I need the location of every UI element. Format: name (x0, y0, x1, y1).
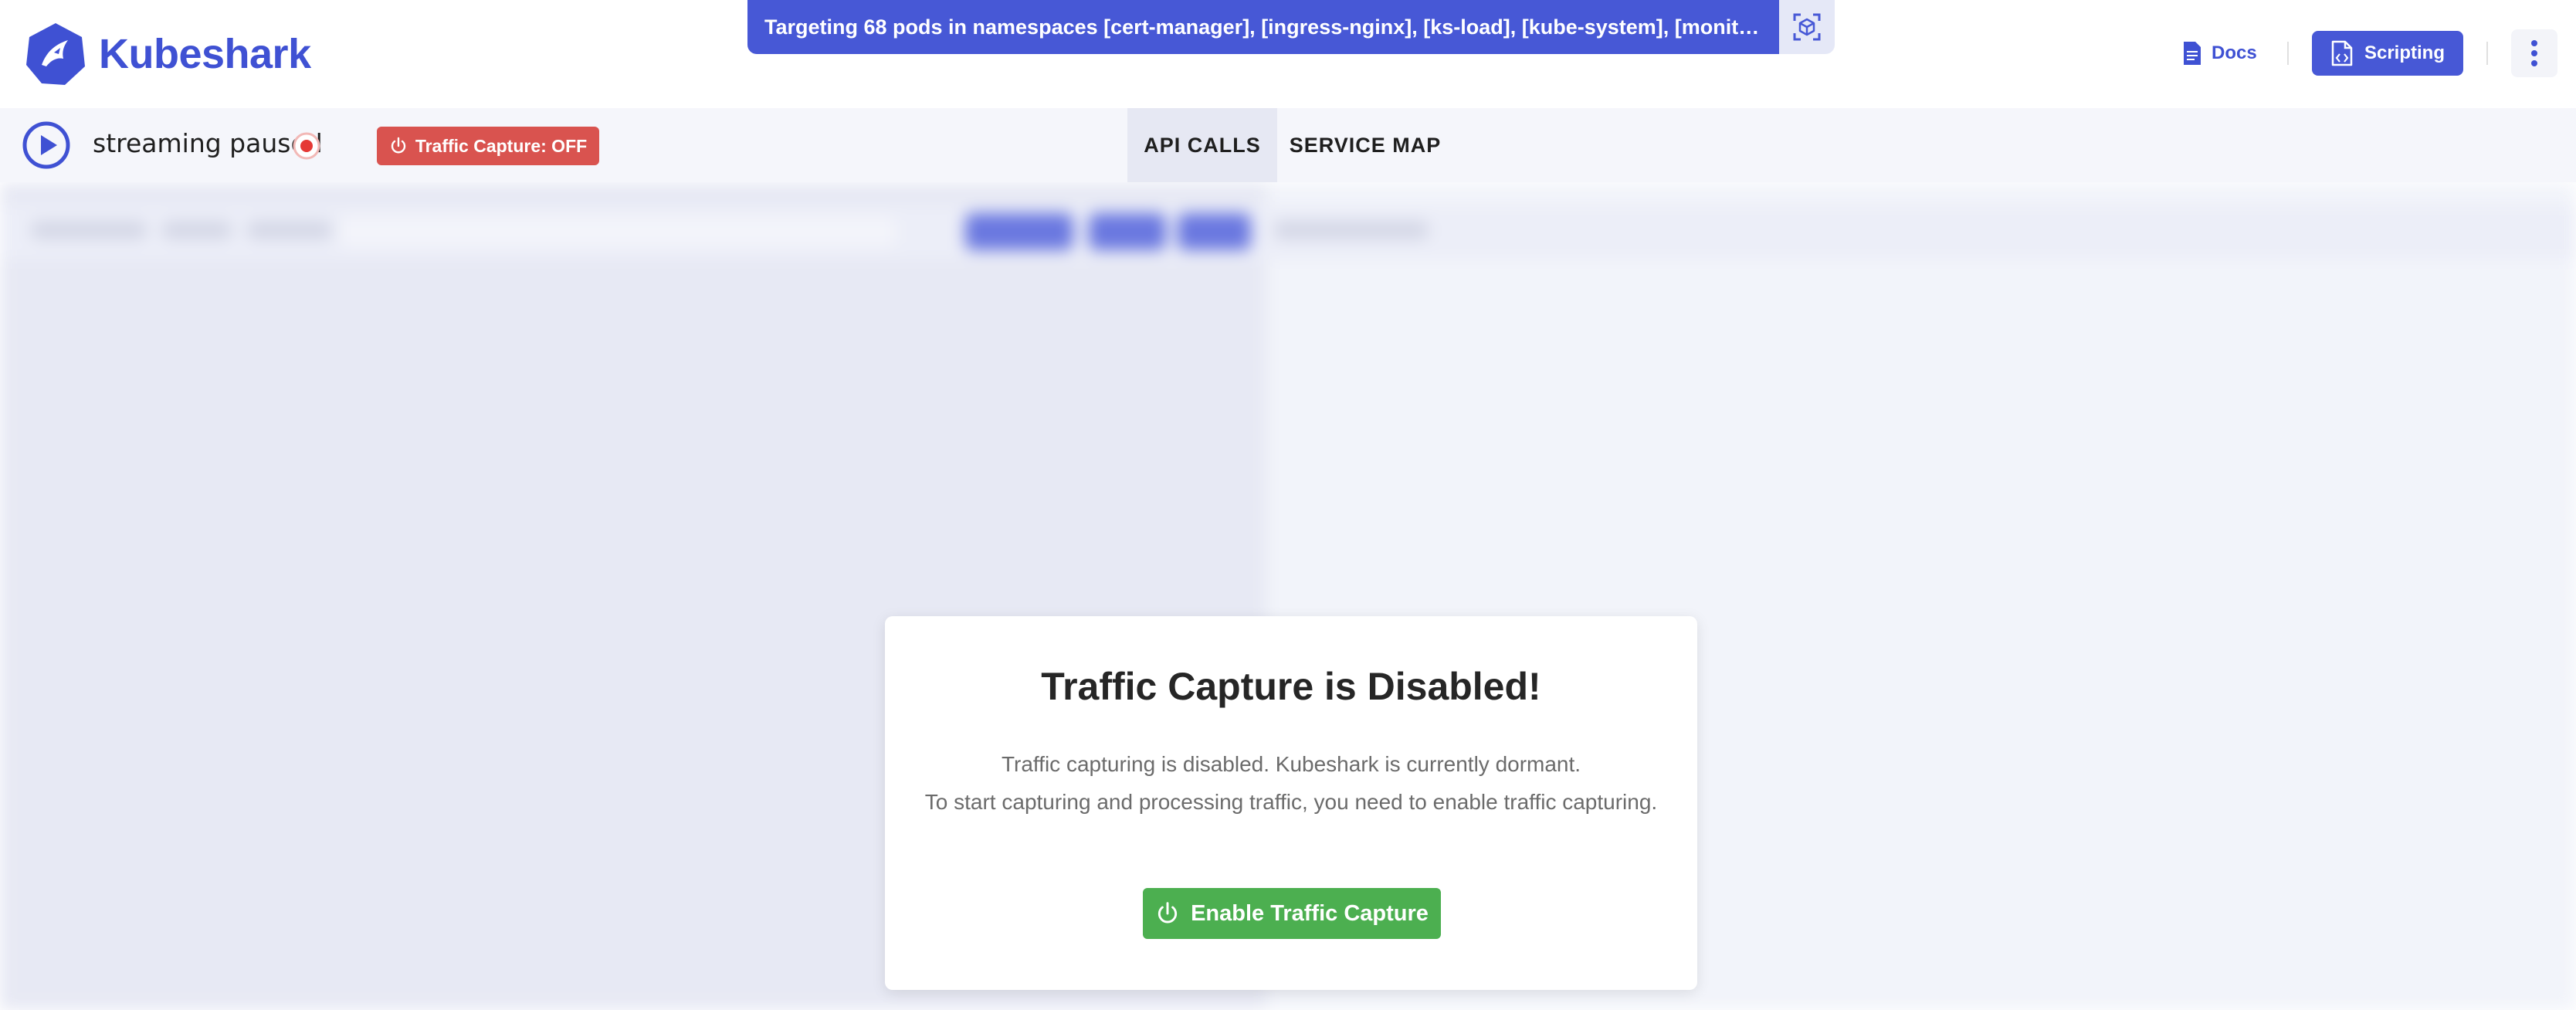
cube-scan-icon (1793, 13, 1821, 41)
pod-targeting-button[interactable] (1779, 0, 1835, 54)
traffic-capture-label: Traffic Capture: OFF (415, 135, 588, 156)
filter-placeholder (31, 221, 147, 239)
scripting-label: Scripting (2364, 42, 2445, 63)
targeting-text: Targeting 68 pods in namespaces [cert-ma… (764, 15, 1768, 39)
query-input-blur (340, 216, 896, 247)
record-icon[interactable] (292, 131, 321, 161)
tab-service-map[interactable]: SERVICE MAP (1277, 108, 1453, 182)
main-content: Traffic Capture is Disabled! Traffic cap… (0, 182, 2576, 1010)
enable-button-label: Enable Traffic Capture (1191, 900, 1429, 926)
scripting-button[interactable]: Scripting (2312, 31, 2463, 76)
toolbar: streaming paused Traffic Capture: OFF AP… (0, 108, 2576, 182)
docs-label: Docs (2212, 42, 2257, 63)
play-icon[interactable] (22, 120, 71, 170)
capture-disabled-dialog: Traffic Capture is Disabled! Traffic cap… (885, 616, 1697, 990)
traffic-capture-toggle-button[interactable]: Traffic Capture: OFF (377, 127, 599, 165)
header-divider (2287, 42, 2289, 65)
tab-label: API CALLS (1144, 133, 1261, 157)
logo[interactable]: Kubeshark (23, 22, 311, 86)
dialog-title: Traffic Capture is Disabled! (1041, 665, 1541, 708)
filter-placeholder (162, 221, 232, 239)
more-menu-button[interactable] (2511, 29, 2557, 77)
tab-api-calls[interactable]: API CALLS (1127, 108, 1277, 182)
blurred-button (1089, 213, 1166, 250)
header-divider (2486, 42, 2488, 65)
kubeshark-logo-icon (26, 23, 85, 85)
top-header: Kubeshark Targeting 68 pods in namespace… (0, 0, 2576, 108)
enable-traffic-capture-button[interactable]: Enable Traffic Capture (1143, 888, 1441, 939)
tab-label: SERVICE MAP (1289, 133, 1442, 157)
docs-link[interactable]: Docs (2182, 32, 2257, 74)
app-name: Kubeshark (99, 31, 311, 77)
power-icon (391, 137, 406, 154)
power-icon (1158, 902, 1178, 924)
blurred-button (965, 213, 1073, 250)
dialog-message-line-1: Traffic capturing is disabled. Kubeshark… (1001, 752, 1581, 776)
filter-placeholder (1274, 221, 1429, 239)
filter-placeholder (247, 221, 332, 239)
dialog-message-line-2: To start capturing and processing traffi… (924, 790, 1658, 814)
document-icon (2184, 42, 2201, 65)
stream-status: streaming paused (93, 128, 323, 158)
blurred-button (1178, 213, 1251, 250)
script-file-icon (2331, 40, 2353, 66)
more-vertical-icon (2531, 40, 2537, 66)
targeting-banner[interactable]: Targeting 68 pods in namespaces [cert-ma… (747, 0, 1779, 54)
